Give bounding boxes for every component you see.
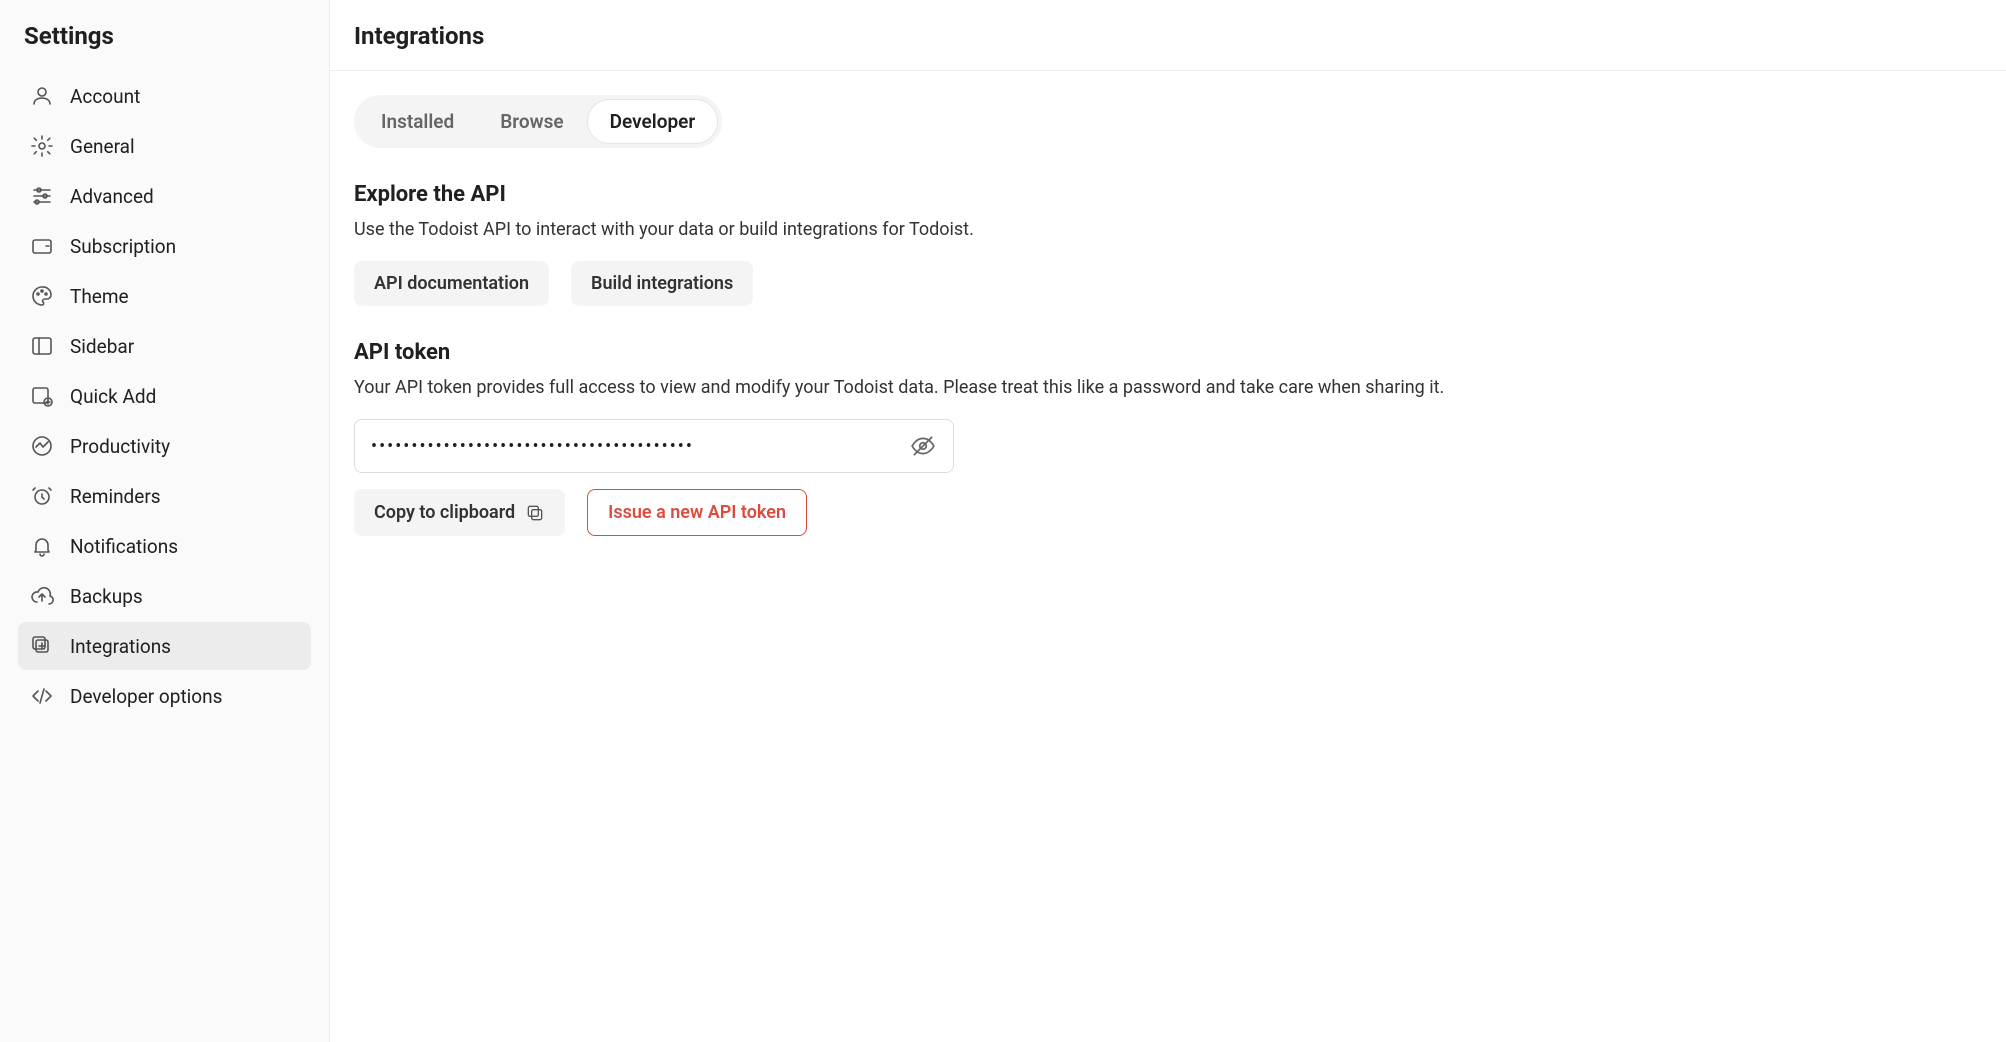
api-token-heading: API token (354, 340, 1906, 365)
sidebar-item-subscription[interactable]: Subscription (18, 222, 311, 270)
bell-icon (30, 534, 54, 558)
sidebar-item-label: Theme (70, 285, 129, 308)
wallet-icon (30, 234, 54, 258)
tab-installed[interactable]: Installed (358, 99, 477, 144)
api-token-description: Your API token provides full access to v… (354, 375, 1906, 401)
tab-bar: Installed Browse Developer (354, 95, 722, 148)
eye-off-icon (910, 433, 936, 459)
sidebar-item-label: Integrations (70, 635, 171, 658)
code-icon (30, 684, 54, 708)
issue-new-token-button[interactable]: Issue a new API token (587, 489, 807, 536)
sidebar-item-label: Reminders (70, 485, 161, 508)
api-token-section: API token Your API token provides full a… (354, 340, 1906, 536)
sidebar-item-sidebar[interactable]: Sidebar (18, 322, 311, 370)
sidebar-item-developer-options[interactable]: Developer options (18, 672, 311, 720)
api-token-input[interactable] (371, 436, 909, 457)
sidebar-item-label: Developer options (70, 685, 222, 708)
sidebar-item-advanced[interactable]: Advanced (18, 172, 311, 220)
sidebar-item-notifications[interactable]: Notifications (18, 522, 311, 570)
gear-icon (30, 134, 54, 158)
sidebar-item-label: Backups (70, 585, 143, 608)
plugin-icon (30, 634, 54, 658)
explore-heading: Explore the API (354, 182, 1906, 207)
sidebar-item-label: Productivity (70, 435, 170, 458)
cloud-upload-icon (30, 584, 54, 608)
settings-sidebar: Settings Account General Advanced Subscr… (0, 0, 330, 1042)
explore-section: Explore the API Use the Todoist API to i… (354, 182, 1906, 306)
sidebar-item-productivity[interactable]: Productivity (18, 422, 311, 470)
sidebar-item-label: Advanced (70, 185, 154, 208)
sidebar-item-label: Account (70, 85, 140, 108)
page-title: Integrations (330, 0, 2006, 71)
settings-nav: Account General Advanced Subscription Th… (18, 72, 311, 720)
quick-add-icon (30, 384, 54, 408)
build-integrations-button[interactable]: Build integrations (571, 261, 753, 306)
copy-icon (525, 503, 545, 523)
clock-icon (30, 484, 54, 508)
sidebar-item-label: Quick Add (70, 385, 156, 408)
sliders-icon (30, 184, 54, 208)
tab-browse[interactable]: Browse (477, 99, 586, 144)
sidebar-title: Settings (18, 12, 311, 72)
api-token-field (354, 419, 954, 473)
sidebar-item-backups[interactable]: Backups (18, 572, 311, 620)
sidebar-item-reminders[interactable]: Reminders (18, 472, 311, 520)
sidebar-item-label: Sidebar (70, 335, 134, 358)
sidebar-item-label: Subscription (70, 235, 176, 258)
sidebar-item-integrations[interactable]: Integrations (18, 622, 311, 670)
layout-sidebar-icon (30, 334, 54, 358)
sidebar-item-label: Notifications (70, 535, 178, 558)
copy-button-label: Copy to clipboard (374, 502, 515, 523)
palette-icon (30, 284, 54, 308)
sidebar-item-account[interactable]: Account (18, 72, 311, 120)
sidebar-item-label: General (70, 135, 135, 158)
sidebar-item-quick-add[interactable]: Quick Add (18, 372, 311, 420)
sidebar-item-general[interactable]: General (18, 122, 311, 170)
explore-description: Use the Todoist API to interact with you… (354, 217, 1906, 243)
user-icon (30, 84, 54, 108)
main-content: Integrations Installed Browse Developer … (330, 0, 2006, 1042)
tab-developer[interactable]: Developer (587, 99, 719, 144)
activity-icon (30, 434, 54, 458)
toggle-visibility-button[interactable] (909, 432, 937, 460)
api-documentation-button[interactable]: API documentation (354, 261, 549, 306)
copy-to-clipboard-button[interactable]: Copy to clipboard (354, 489, 565, 536)
sidebar-item-theme[interactable]: Theme (18, 272, 311, 320)
